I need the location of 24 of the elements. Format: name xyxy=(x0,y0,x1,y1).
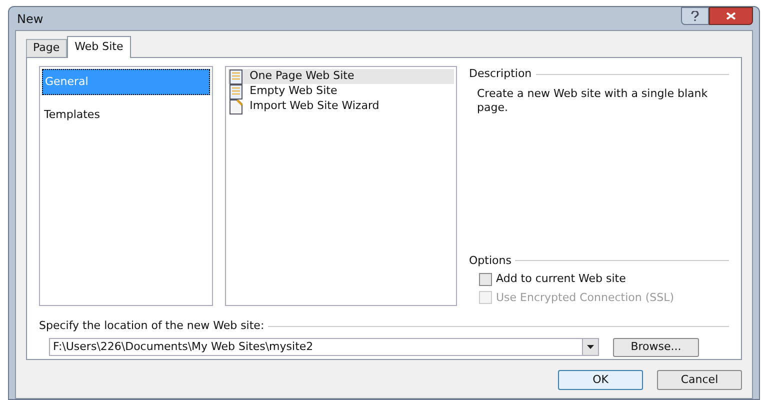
page-icon xyxy=(228,68,244,84)
tab[interactable]: Page xyxy=(26,39,67,57)
location-label: Specify the location of the new Web site: xyxy=(39,318,264,334)
location-combobox[interactable]: F:\Users\226\Documents\My Web Sites\mysite2 xyxy=(49,338,599,356)
dropdown-arrow-icon xyxy=(587,345,594,349)
close-button[interactable] xyxy=(709,7,753,25)
option-checkbox[interactable]: Add to current Web site xyxy=(469,271,729,288)
tab[interactable]: Web Site xyxy=(66,36,132,58)
help-button[interactable] xyxy=(681,7,709,25)
help-icon xyxy=(691,11,699,21)
category-item[interactable]: Templates xyxy=(42,105,210,125)
page-icon xyxy=(228,84,244,100)
dialog-button[interactable]: OK xyxy=(558,370,643,390)
template-item[interactable]: One Page Web Site xyxy=(228,69,454,84)
browse-button[interactable]: Browse... xyxy=(613,338,699,356)
template-item[interactable]: Import Web Site Wizard xyxy=(228,99,454,114)
close-icon xyxy=(726,12,736,20)
wizard-page-icon xyxy=(228,98,244,114)
description-heading: Description xyxy=(469,66,532,82)
description-text: Create a new Web site with a single blank page. xyxy=(476,86,709,114)
options-heading: Options xyxy=(469,252,512,268)
window-title: New xyxy=(16,10,44,28)
template-item[interactable]: Empty Web Site xyxy=(228,84,454,99)
dialog-button[interactable]: Cancel xyxy=(657,370,742,390)
